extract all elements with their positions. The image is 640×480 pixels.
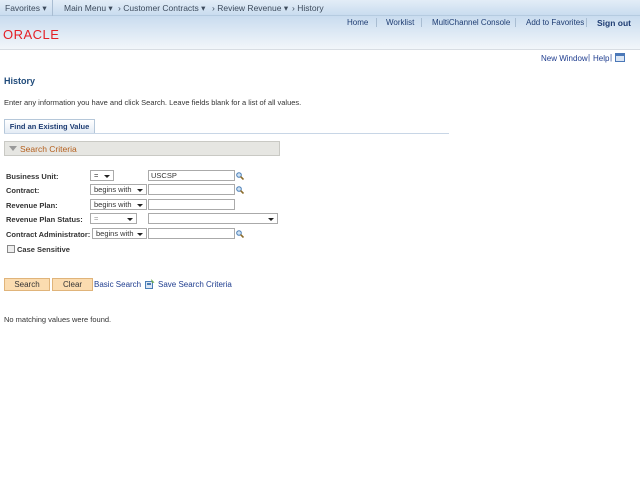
- divider: [52, 0, 53, 16]
- divider: |: [588, 53, 591, 62]
- main-menu-label: Main Menu: [64, 3, 107, 13]
- main-menu[interactable]: Main Menu ▾: [64, 3, 113, 14]
- breadcrumb-label: Customer Contracts: [123, 3, 199, 13]
- dropdown-arrow-icon: [127, 218, 133, 221]
- save-search-criteria-link[interactable]: Save Search Criteria: [158, 280, 232, 289]
- divider: [515, 18, 516, 27]
- search-button[interactable]: Search: [4, 278, 50, 291]
- divider: [586, 18, 587, 27]
- revenue-plan-status-select[interactable]: [148, 213, 278, 224]
- personalize-page-icon[interactable]: [615, 53, 625, 62]
- breadcrumb-review-revenue[interactable]: › Review Revenue ▾: [212, 3, 288, 14]
- oracle-logo: ORACLE: [3, 27, 60, 42]
- dropdown-arrow-icon: [268, 218, 274, 221]
- header: Home Worklist MultiChannel Console Add t…: [0, 16, 640, 50]
- operator-value: begins with: [94, 185, 132, 194]
- lookup-icon[interactable]: [236, 172, 244, 180]
- contract-administrator-operator[interactable]: begins with: [92, 228, 147, 239]
- result-message: No matching values were found.: [4, 315, 112, 324]
- dropdown-arrow-icon: [137, 233, 143, 236]
- contract-administrator-input[interactable]: [148, 228, 235, 239]
- lookup-icon[interactable]: [236, 230, 244, 238]
- revenue-plan-input[interactable]: [148, 199, 235, 210]
- breadcrumb-label: Review Revenue: [217, 3, 282, 13]
- divider: |: [610, 53, 613, 62]
- sign-out-link[interactable]: Sign out: [597, 18, 631, 28]
- contract-label: Contract:: [6, 186, 40, 195]
- divider: [376, 18, 377, 27]
- revenue-plan-label: Revenue Plan:: [6, 201, 58, 210]
- basic-search-link[interactable]: Basic Search: [94, 280, 141, 289]
- section-title: Search Criteria: [20, 144, 77, 154]
- dropdown-arrow-icon: [104, 175, 110, 178]
- operator-value: begins with: [96, 229, 134, 238]
- favorites-label: Favorites: [5, 3, 40, 13]
- save-search-icon[interactable]: [145, 279, 155, 289]
- breadcrumb-label: History: [297, 3, 324, 13]
- breadcrumb-customer-contracts[interactable]: › Customer Contracts ▾: [118, 3, 205, 14]
- contract-operator[interactable]: begins with: [90, 184, 147, 195]
- tab-find-existing-value[interactable]: Find an Existing Value: [4, 119, 95, 133]
- contract-administrator-label: Contract Administrator:: [6, 230, 91, 239]
- business-unit-label: Business Unit:: [6, 172, 59, 181]
- new-window-link[interactable]: New Window: [541, 54, 588, 63]
- favorites-menu[interactable]: Favorites ▾: [5, 3, 47, 14]
- help-link[interactable]: Help: [593, 54, 609, 63]
- revenue-plan-status-label: Revenue Plan Status:: [6, 215, 83, 224]
- breadcrumb-history[interactable]: › History: [292, 3, 324, 13]
- revenue-plan-status-operator[interactable]: =: [90, 213, 137, 224]
- dropdown-arrow-icon: [137, 189, 143, 192]
- business-unit-operator[interactable]: =: [90, 170, 114, 181]
- business-unit-input[interactable]: USCSP: [148, 170, 235, 181]
- lookup-icon[interactable]: [236, 186, 244, 194]
- search-criteria-section[interactable]: Search Criteria: [4, 141, 280, 156]
- operator-value: =: [94, 171, 99, 180]
- clear-button[interactable]: Clear: [52, 278, 93, 291]
- operator-value: =: [94, 214, 99, 223]
- top-nav-bar: Favorites ▾ Main Menu ▾ › Customer Contr…: [0, 0, 640, 16]
- tab-underline: [4, 133, 449, 134]
- add-to-favorites-link[interactable]: Add to Favorites: [526, 18, 584, 27]
- case-sensitive-label: Case Sensitive: [17, 245, 70, 254]
- revenue-plan-operator[interactable]: begins with: [90, 199, 147, 210]
- contract-input[interactable]: [148, 184, 235, 195]
- page-title: History: [4, 76, 36, 86]
- worklist-link[interactable]: Worklist: [386, 18, 414, 27]
- collapse-triangle-icon: [9, 146, 17, 151]
- divider: [421, 18, 422, 27]
- home-link[interactable]: Home: [347, 18, 368, 27]
- multichannel-console-link[interactable]: MultiChannel Console: [432, 18, 510, 27]
- operator-value: begins with: [94, 200, 132, 209]
- dropdown-arrow-icon: [137, 204, 143, 207]
- case-sensitive-checkbox[interactable]: [7, 245, 15, 253]
- instructions: Enter any information you have and click…: [4, 98, 302, 107]
